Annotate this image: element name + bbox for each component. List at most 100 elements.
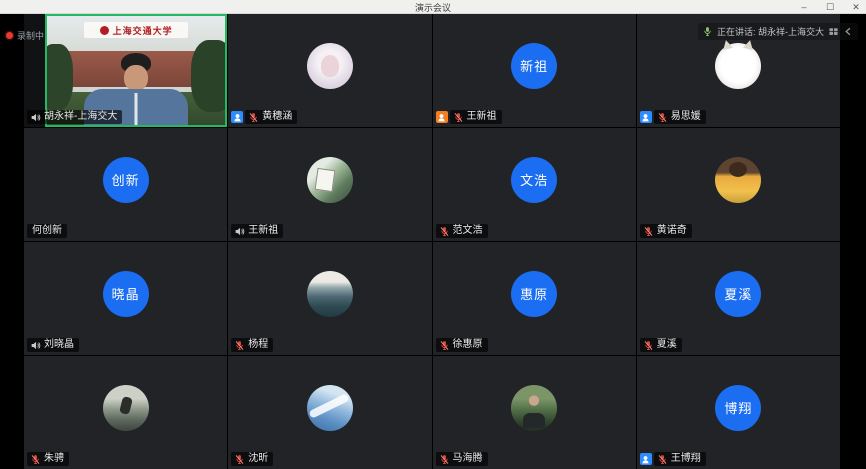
initials-avatar: 惠原 [511,271,557,317]
titlebar: 演示会议 – ☐ ✕ [0,0,866,14]
mic-muted-icon [453,112,464,123]
name-label: 王博翔 [640,452,706,466]
minimize-button[interactable]: – [798,0,810,14]
participant-tile[interactable]: 王新祖 [228,128,431,241]
recording-label: 录制中 [17,29,44,42]
participant-name: 沈昕 [248,453,268,465]
tree-graphic [191,40,227,112]
window-controls: – ☐ ✕ [798,0,862,14]
initials-avatar: 夏溪 [715,271,761,317]
participant-tile[interactable]: 文浩 范文浩 [433,128,636,241]
participant-tile[interactable]: 博翔 王博翔 [637,356,840,469]
participant-name: 胡永祥-上海交大 [44,111,117,123]
participant-name: 徐惠原 [453,339,483,351]
participant-tile[interactable]: 夏溪 夏溪 [637,242,840,355]
member-badge-icon [640,111,652,123]
participant-name: 刘晓晶 [44,339,74,351]
university-logo [100,26,109,35]
member-badge-icon [640,453,652,465]
maximize-button[interactable]: ☐ [824,0,836,14]
name-label: 刘晓晶 [27,338,79,352]
speaker-audio-icon [30,340,41,351]
gallery-view-icon[interactable] [828,26,839,37]
speaking-label: 正在讲话: 胡永祥-上海交大 [717,25,824,38]
speaking-indicator: 正在讲话: 胡永祥-上海交大 [698,23,858,40]
participant-tile[interactable]: 黄穗涵 [228,14,431,127]
participant-name: 何创新 [32,225,62,237]
mic-muted-icon [439,340,450,351]
initials-avatar: 创新 [103,157,149,203]
collapse-arrow-icon[interactable] [843,26,854,37]
name-label: 黄穗涵 [231,110,297,124]
initials-avatar: 博翔 [715,385,761,431]
photo-avatar [715,43,761,89]
name-label: 马海腾 [436,452,488,466]
participant-name: 王新祖 [467,111,497,123]
name-label: 徐惠原 [436,338,488,352]
mic-muted-icon [439,454,450,465]
participant-name: 马海腾 [453,453,483,465]
participant-name: 黄诺奇 [657,225,687,237]
photo-avatar [307,271,353,317]
mic-active-icon [702,26,713,37]
participant-tile[interactable]: 朱骋 [24,356,227,469]
mic-muted-icon [234,340,245,351]
photo-avatar [511,385,557,431]
participant-tile[interactable]: 惠原 徐惠原 [433,242,636,355]
participant-name: 王博翔 [671,453,701,465]
mic-muted-icon [234,454,245,465]
participant-tile[interactable]: 马海腾 [433,356,636,469]
participant-name: 夏溪 [657,339,677,351]
name-label: 杨程 [231,338,273,352]
participant-tile[interactable]: 晓晶 刘晓晶 [24,242,227,355]
mic-muted-icon [439,226,450,237]
photo-avatar [715,157,761,203]
participant-tile[interactable]: 黄诺奇 [637,128,840,241]
name-label: 黄诺奇 [640,224,692,238]
window-title: 演示会议 [0,1,866,14]
member-badge-icon [231,111,243,123]
mic-muted-icon [643,340,654,351]
recording-indicator: 录制中 [6,29,44,42]
participant-tile[interactable]: 上海交通大学 胡永祥-上海交大 [24,14,227,127]
speaker-audio-icon [30,112,41,123]
speaker-audio-icon [234,226,245,237]
photo-avatar [307,157,353,203]
name-label: 王新祖 [436,110,502,124]
participant-name: 易思媛 [671,111,701,123]
photo-avatar [103,385,149,431]
host-badge-icon [436,111,448,123]
mic-muted-icon [657,454,668,465]
mic-muted-icon [643,226,654,237]
university-banner: 上海交通大学 [84,22,187,38]
participant-name: 黄穗涵 [262,111,292,123]
meeting-window: 演示会议 – ☐ ✕ 上海交通大学 [0,0,866,469]
mic-muted-icon [30,454,41,465]
initials-avatar: 文浩 [511,157,557,203]
name-label: 何创新 [27,224,67,238]
university-banner-text: 上海交通大学 [113,24,173,37]
name-label: 朱骋 [27,452,69,466]
name-label: 沈昕 [231,452,273,466]
participant-name: 朱骋 [44,453,64,465]
name-label: 王新祖 [231,224,283,238]
participant-grid: 上海交通大学 胡永祥-上海交大 黄穗涵 [24,14,840,469]
close-button[interactable]: ✕ [850,0,862,14]
participant-tile[interactable]: 杨程 [228,242,431,355]
recording-dot-icon [6,32,13,39]
photo-avatar [307,43,353,89]
name-label: 胡永祥-上海交大 [27,110,122,124]
mic-muted-icon [657,112,668,123]
photo-avatar [307,385,353,431]
name-label: 夏溪 [640,338,682,352]
participant-name: 杨程 [248,339,268,351]
name-label: 易思媛 [640,110,706,124]
participant-tile[interactable]: 沈昕 [228,356,431,469]
participant-name: 王新祖 [248,225,278,237]
initials-avatar: 新祖 [511,43,557,89]
tree-graphic [45,44,73,109]
participant-tile[interactable]: 创新 何创新 [24,128,227,241]
mic-muted-icon [248,112,259,123]
participant-tile[interactable]: 新祖 王新祖 [433,14,636,127]
initials-avatar: 晓晶 [103,271,149,317]
